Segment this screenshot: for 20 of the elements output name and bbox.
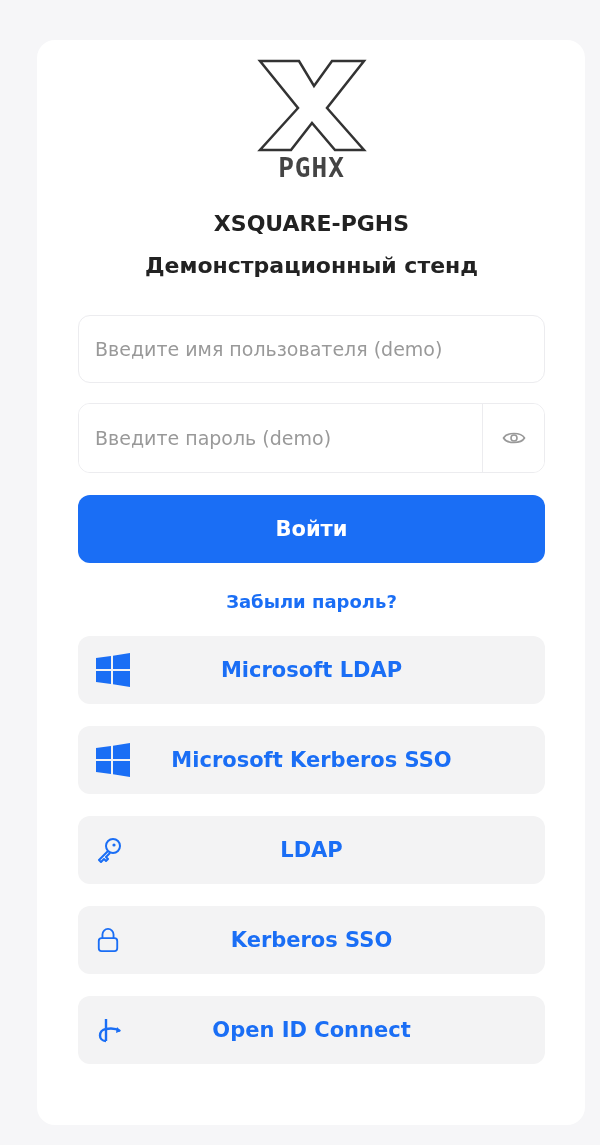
sso-button[interactable]: Open ID Connect (78, 996, 545, 1064)
sso-button[interactable]: Microsoft LDAP (78, 636, 545, 704)
login-button[interactable]: Войти (78, 495, 545, 563)
openid-icon (96, 1017, 122, 1043)
windows-icon (96, 653, 130, 687)
logo-text: PGHX (278, 153, 345, 183)
eye-icon (501, 430, 526, 446)
forgot-password-link[interactable]: Забыли пароль? (226, 591, 397, 612)
lock-icon (96, 926, 120, 954)
app-subtitle: Демонстрационный стенд (143, 252, 480, 280)
windows-icon (96, 743, 130, 777)
sso-button[interactable]: LDAP (78, 816, 545, 884)
show-password-button[interactable] (482, 404, 544, 472)
key-icon (96, 837, 122, 863)
sso-button[interactable]: Kerberos SSO (78, 906, 545, 974)
app-title: XSQUARE-PGHS (212, 210, 411, 238)
username-field[interactable]: Введите имя пользователя (demo) (78, 315, 545, 383)
password-field[interactable]: Введите пароль (demo) (78, 403, 545, 473)
logo-icon (256, 58, 367, 153)
sso-button[interactable]: Microsoft Kerberos SSO (78, 726, 545, 794)
